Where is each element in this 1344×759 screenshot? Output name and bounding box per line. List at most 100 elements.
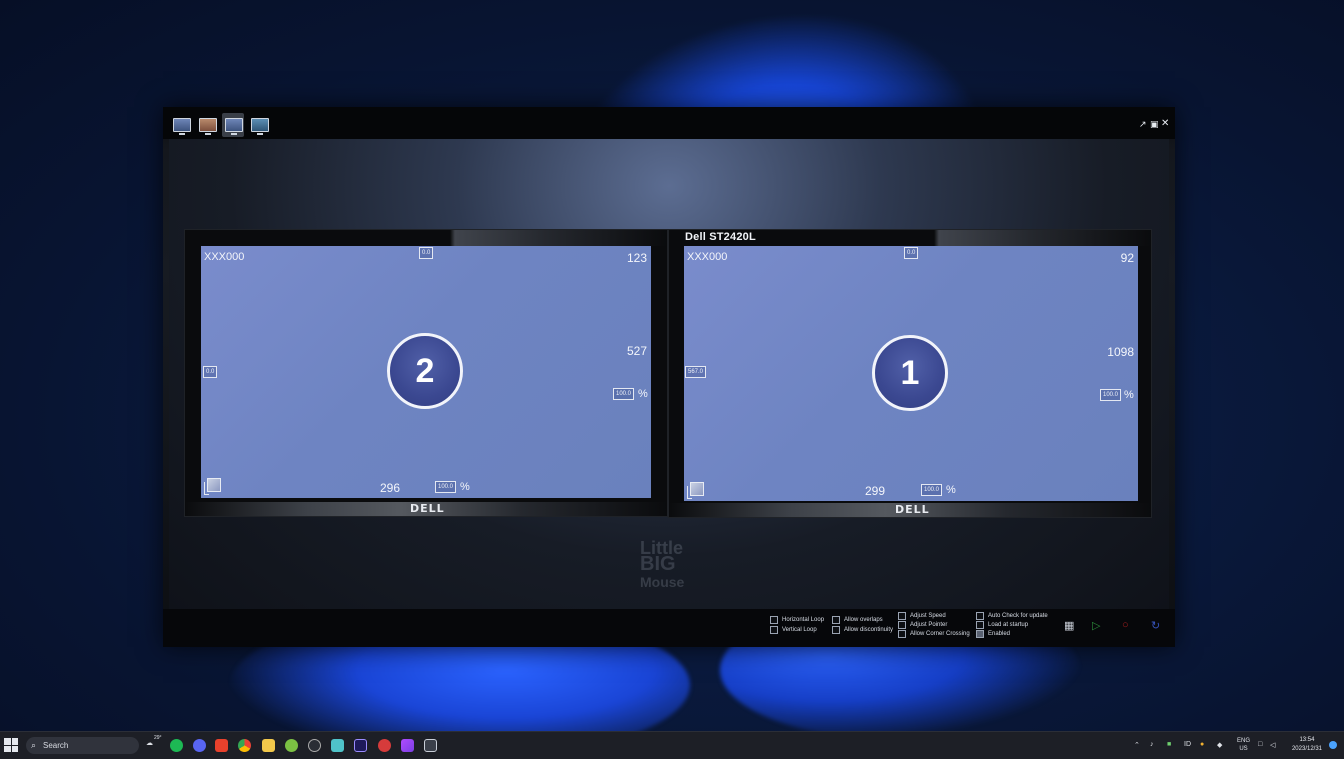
monitor-1[interactable]: Dell ST2420L XXX000 0.0 92 567.0 1098 10… [668,229,1152,518]
checkbox-icon[interactable] [976,612,984,620]
clock-date: 2023/12/31 [1291,746,1322,752]
vertical-scale-field[interactable]: 100.0 [613,388,635,400]
stop-icon[interactable]: ○ [1122,619,1129,631]
checkbox-icon[interactable] [898,630,906,638]
width-value: 123 [626,251,647,265]
chrome-icon[interactable] [238,739,251,752]
obs-icon[interactable] [378,739,391,752]
recorder-icon[interactable] [215,739,228,752]
speaker-icon[interactable]: ♪ [1150,741,1154,748]
option-label: Enabled [988,631,1011,637]
spotify-icon[interactable] [170,739,183,752]
start-button[interactable] [4,738,18,752]
option-label: Horizontal Loop [782,617,825,623]
option-label: Auto Check for update [988,613,1048,619]
horizontal-loop-checkbox[interactable]: Horizontal Loop [770,616,824,624]
top-offset-field[interactable]: 0.0 [904,247,919,259]
vertical-scale-field[interactable]: 100.0 [1100,389,1122,401]
restore-icon[interactable]: ▣ [1150,119,1159,130]
color-monitor-icon[interactable] [199,118,217,135]
volume-icon[interactable]: ◁ [1270,741,1275,749]
start-tile [11,738,18,745]
search-icon: ⌕ [31,740,37,750]
left-offset-field[interactable]: 567.0 [685,366,707,378]
monitor-2[interactable]: XXX000 0.0 123 0.0 527 100.0 % 2 296 100… [184,229,668,517]
weather-icon[interactable]: ☁ [146,739,153,747]
load-at-startup-checkbox[interactable]: Load at startup [976,621,1028,629]
refresh-icon[interactable]: ↻ [1151,619,1160,632]
bottom-value: 299 [865,484,886,498]
top-offset-field[interactable]: 0.0 [419,247,434,259]
language-top: ENG [1237,738,1251,744]
taskbar: ⌕ Search ☁ 29° ⌃ ♪ ■ ID ● ◆ ENG US □ ◁ 1… [0,731,1344,759]
percent-label: % [638,388,648,400]
monitor-settings-icon[interactable] [687,482,704,499]
monitor-screen[interactable]: XXX000 0.0 123 0.0 527 100.0 % 2 296 100… [201,246,651,498]
clock-time: 13:54 [1299,737,1315,743]
monitor-screen[interactable]: XXX000 0.0 92 567.0 1098 100.0 % 1 299 1… [684,246,1138,501]
app-window: ↗ ▣ ✕ XXX000 0.0 123 0.0 527 100.0 % 2 2… [163,107,1175,647]
percent-label: % [460,481,470,493]
little-big-mouse-icon[interactable] [424,739,437,752]
ime-indicator[interactable]: ID [1184,741,1191,748]
checkbox-icon[interactable] [898,621,906,629]
horizontal-scale-field[interactable]: 100.0 [921,484,943,496]
start-tile [4,738,11,745]
allow-overlaps-checkbox[interactable]: Allow overlaps [832,616,883,624]
adjust-speed-checkbox[interactable]: Adjust Speed [898,612,946,620]
width-value: 92 [1120,251,1134,265]
checkbox-icon[interactable] [976,621,984,629]
title-bar: ↗ ▣ ✕ [163,107,1175,139]
option-label: Adjust Pointer [910,622,948,628]
horizontal-scale-field[interactable]: 100.0 [435,481,457,493]
file-explorer-icon[interactable] [262,739,275,752]
checkbox-icon[interactable] [976,630,984,638]
start-tile [4,745,11,752]
app-icon[interactable] [401,739,414,752]
adjust-pointer-checkbox[interactable]: Adjust Pointer [898,621,947,629]
language-indicator[interactable]: ENG US [1237,737,1250,753]
left-offset-field[interactable]: 0.0 [203,366,218,378]
premiere-pro-icon[interactable] [354,739,367,752]
checkbox-icon[interactable] [770,616,778,624]
monitor-settings-icon[interactable] [204,478,221,495]
brand-logo: DELL [410,502,445,515]
notepad-icon[interactable] [331,739,344,752]
network-icon[interactable]: □ [1258,741,1262,748]
app-tray-icon[interactable]: ● [1200,741,1204,748]
vertical-loop-checkbox[interactable]: Vertical Loop [770,626,817,634]
search-label: Search [43,741,69,750]
allow-corner-crossing-checkbox[interactable]: Allow Corner Crossing [898,630,970,638]
pin-icon[interactable]: ↗ [1139,119,1147,130]
checkbox-icon[interactable] [832,616,840,624]
percent-label: % [946,484,956,496]
taskbar-search[interactable]: ⌕ Search [26,737,139,754]
monitor-view-icon[interactable] [173,118,191,135]
screen-name: XXX000 [687,251,728,263]
clock[interactable]: 13:54 2023/12/31 [1292,736,1322,754]
checkbox-icon[interactable] [832,626,840,634]
discord-icon[interactable] [193,739,206,752]
layout-monitor-icon[interactable] [225,118,243,135]
checkbox-icon[interactable] [898,612,906,620]
app-icon[interactable] [285,739,298,752]
microphone-icon[interactable]: ◆ [1217,741,1222,749]
option-label: Allow discontinuity [844,627,894,633]
save-icon[interactable]: ▦ [1064,619,1074,632]
play-icon[interactable]: ▷ [1092,619,1100,632]
monitor-number-badge: 1 [872,335,948,411]
enabled-checkbox[interactable]: Enabled [976,630,1010,638]
settings-icon[interactable] [308,739,321,752]
app-tray-icon[interactable]: ■ [1167,741,1171,748]
close-icon[interactable]: ✕ [1161,118,1169,129]
option-label: Allow Corner Crossing [910,631,970,637]
vcp-monitor-icon[interactable] [251,118,269,135]
screen-name: XXX000 [204,251,245,263]
checkbox-icon[interactable] [770,626,778,634]
language-bottom: US [1239,746,1248,752]
auto-check-update-checkbox[interactable]: Auto Check for update [976,612,1048,620]
options-bar: Horizontal Loop Vertical Loop Allow over… [163,609,1175,647]
allow-discontinuity-checkbox[interactable]: Allow discontinuity [832,626,893,634]
chevron-up-icon[interactable]: ⌃ [1134,741,1140,749]
notification-icon[interactable] [1329,741,1337,749]
